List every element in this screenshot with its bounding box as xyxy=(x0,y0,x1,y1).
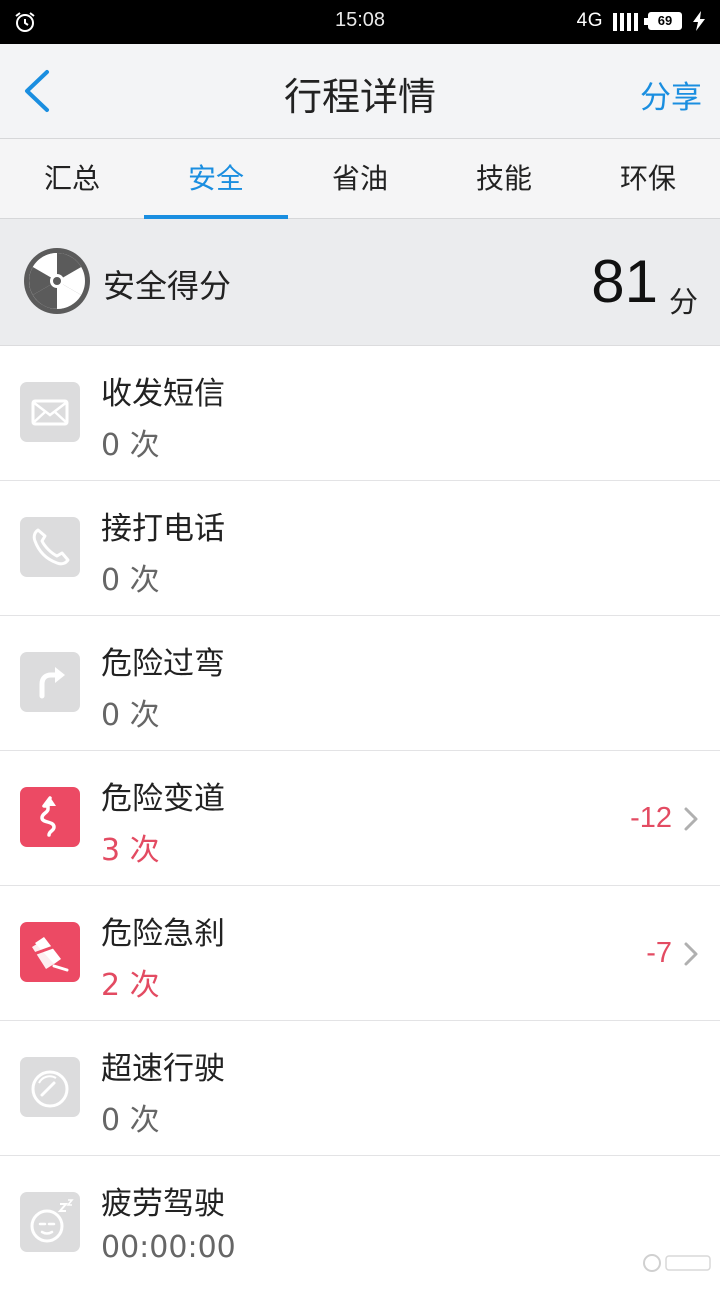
list-item-hard-brake[interactable]: 危险急刹 2 次 -7 xyxy=(0,886,720,1021)
list-item-sms: 收发短信 0 次 xyxy=(0,346,720,481)
item-title: 超速行驶 xyxy=(101,1051,225,1087)
signal-icon xyxy=(613,11,638,31)
turn-icon xyxy=(20,652,80,712)
item-count: 00:00:00 xyxy=(101,1230,236,1265)
sleepy-face-icon xyxy=(20,1192,80,1252)
item-count: 0 次 xyxy=(101,563,160,598)
list-item-speeding: 超速行驶 0 次 xyxy=(0,1021,720,1156)
safety-event-list: 收发短信 0 次 接打电话 0 次 危险过弯 0 次 危险变道 3 次 -12 … xyxy=(0,346,720,1291)
score-label: 安全得分 xyxy=(103,267,232,305)
tab-bar: 汇总 安全 省油 技能 环保 xyxy=(0,139,720,219)
item-title: 疲劳驾驶 xyxy=(101,1186,225,1222)
battery-icon: 69 xyxy=(644,12,682,30)
tab-fuel[interactable]: 省油 xyxy=(288,139,432,218)
chevron-right-icon xyxy=(684,807,698,831)
share-button[interactable]: 分享 xyxy=(640,72,702,117)
title-bar: 行程详情 分享 xyxy=(0,44,720,139)
tab-safety[interactable]: 安全 xyxy=(144,139,288,219)
item-title: 接打电话 xyxy=(101,511,225,547)
speedometer-icon xyxy=(20,1057,80,1117)
item-title: 收发短信 xyxy=(101,376,225,412)
item-count: 0 次 xyxy=(101,1103,160,1138)
item-count: 2 次 xyxy=(101,968,160,1003)
list-item-lane-change[interactable]: 危险变道 3 次 -12 xyxy=(0,751,720,886)
score-unit: 分 xyxy=(668,285,698,319)
page-title: 行程详情 xyxy=(283,75,436,119)
item-count: 3 次 xyxy=(101,833,160,868)
charging-icon xyxy=(693,11,705,31)
message-icon xyxy=(20,382,80,442)
battery-level: 69 xyxy=(657,13,673,28)
network-type: 4G xyxy=(576,10,603,31)
item-title: 危险过弯 xyxy=(101,646,225,682)
radiation-icon xyxy=(24,248,90,314)
penalty-value: -12 xyxy=(630,802,672,834)
penalty-value: -7 xyxy=(646,937,672,969)
item-count: 0 次 xyxy=(101,428,160,463)
phone-icon xyxy=(20,517,80,577)
item-title: 危险急刹 xyxy=(101,916,225,952)
safety-score-panel: 安全得分 81 分 xyxy=(0,219,720,346)
brake-icon xyxy=(20,922,80,982)
list-item-sharp-turn: 危险过弯 0 次 xyxy=(0,616,720,751)
score-value: 81 xyxy=(591,248,658,315)
item-count: 0 次 xyxy=(101,698,160,733)
tab-summary[interactable]: 汇总 xyxy=(0,139,144,218)
list-item-fatigue: 疲劳驾驶 00:00:00 xyxy=(0,1156,720,1291)
chevron-right-icon xyxy=(684,942,698,966)
status-bar: 15:08 4G 69 xyxy=(0,0,720,44)
lane-change-icon xyxy=(20,787,80,847)
item-title: 危险变道 xyxy=(101,781,225,817)
tab-eco[interactable]: 环保 xyxy=(576,139,720,218)
watermark-logo xyxy=(643,1254,711,1272)
list-item-phone: 接打电话 0 次 xyxy=(0,481,720,616)
tab-skill[interactable]: 技能 xyxy=(432,139,576,218)
